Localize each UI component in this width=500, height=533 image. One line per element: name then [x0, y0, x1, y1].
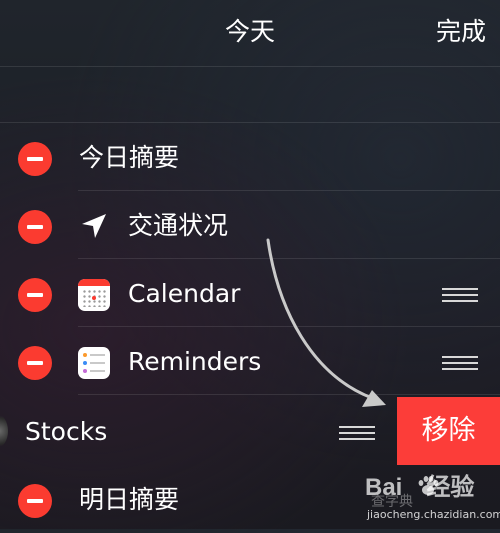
reminders-icon	[78, 347, 110, 379]
row-label: 交通状况	[128, 211, 229, 240]
watermark: 查字典 Bai 经验 jiaocheng.chazidian.com	[365, 470, 500, 529]
location-arrow-icon	[82, 214, 106, 238]
list-item-reminders: Reminders	[0, 327, 500, 395]
done-button[interactable]: 完成	[436, 16, 486, 48]
row-label: Stocks	[25, 417, 108, 446]
list-item-today-summary: 今日摘要	[0, 123, 500, 191]
watermark-site: jiaocheng.chazidian.com	[367, 508, 500, 521]
section-spacer	[0, 67, 500, 123]
list-item-calendar: Calendar	[0, 259, 500, 327]
remove-circle-button[interactable]	[18, 484, 52, 518]
navigation-bar: 今天 完成	[0, 0, 500, 67]
remove-circle-button[interactable]	[18, 210, 52, 244]
page-title: 今天	[224, 17, 275, 46]
reorder-handle-icon[interactable]	[442, 288, 478, 302]
row-label: 明日摘要	[79, 485, 180, 514]
list-item-traffic: 交通状况	[0, 191, 500, 259]
remove-button-label: 移除	[421, 415, 476, 446]
row-label: 今日摘要	[79, 143, 180, 172]
reorder-handle-icon[interactable]	[442, 356, 478, 370]
reorder-handle-icon[interactable]	[339, 426, 375, 440]
remove-circle-button[interactable]	[18, 142, 52, 176]
calendar-icon	[78, 279, 110, 311]
remove-circle-button[interactable]	[18, 278, 52, 312]
row-label: Calendar	[128, 279, 241, 308]
paw-icon	[418, 476, 439, 495]
remove-button[interactable]: 移除	[397, 397, 500, 465]
remove-circle-button[interactable]	[18, 346, 52, 380]
row-label: Reminders	[128, 347, 262, 376]
row-divider	[78, 394, 500, 395]
